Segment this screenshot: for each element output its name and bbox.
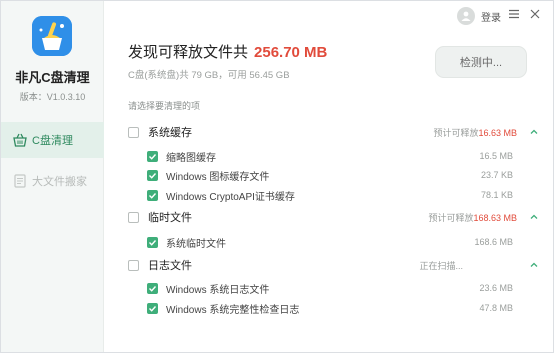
group-checkbox[interactable] (128, 126, 139, 138)
app-name: 非凡C盘清理 (15, 70, 90, 85)
chevron-up-icon[interactable] (529, 260, 539, 270)
page-title: 发现可释放文件共 256.70 MB (128, 41, 327, 62)
sidebar: 非凡C盘清理 版本：V1.0.3.10 C盘清理 大文件搬家 (1, 1, 104, 352)
list-item: 缩略图缓存 16.5 MB (147, 146, 543, 166)
group-status: 预计可释放16.63 MB (433, 126, 517, 139)
status-prefix: 预计可释放 (428, 212, 474, 223)
item-checkbox[interactable] (147, 189, 158, 201)
item-size: 168.6 MB (474, 237, 513, 247)
group-label: 临时文件 (148, 212, 192, 224)
item-label: Windows 图标缓存文件 (166, 171, 270, 183)
total-releasable-size: 256.70 MB (254, 44, 328, 61)
list-item: Windows 系统日志文件 23.6 MB (147, 278, 543, 298)
chevron-up-icon[interactable] (529, 212, 539, 222)
item-label: Windows 系统完整性检查日志 (166, 304, 300, 316)
item-size: 78.1 KB (480, 190, 513, 200)
close-icon[interactable] (530, 9, 540, 21)
group-row-temp-files: 临时文件 预计可释放168.63 MB (128, 207, 543, 227)
detect-button[interactable]: 检测中... (435, 46, 527, 78)
avatar-icon (457, 7, 475, 25)
app-version: 版本：V1.0.3.10 (19, 92, 86, 102)
select-hint: 请选择要清理的项 (128, 101, 201, 111)
hamburger-icon[interactable] (509, 9, 519, 21)
item-label: Windows 系统日志文件 (166, 284, 270, 296)
group-status: 正在扫描... (419, 259, 463, 272)
status-prefix: 预计可释放 (433, 127, 479, 138)
item-size: 23.7 KB (480, 170, 513, 180)
list-item: Windows 图标缓存文件 23.7 KB (147, 165, 543, 185)
sidebar-item-label: 大文件搬家 (32, 176, 87, 188)
status-value: 168.63 MB (473, 212, 517, 223)
login-link[interactable]: 登录 (481, 9, 501, 24)
item-label: 缩略图缓存 (166, 152, 216, 164)
sidebar-item-label: C盘清理 (32, 135, 73, 147)
user-login-area[interactable]: 登录 (457, 7, 501, 25)
item-checkbox[interactable] (147, 236, 158, 248)
item-checkbox[interactable] (147, 150, 158, 162)
group-label: 日志文件 (148, 260, 192, 272)
item-label: 系统临时文件 (166, 238, 226, 250)
item-checkbox[interactable] (147, 282, 158, 294)
basket-icon (12, 132, 28, 148)
sidebar-item-c-clean[interactable]: C盘清理 (1, 122, 104, 158)
disk-info: C盘(系统盘)共 79 GB，可用 56.45 GB (128, 70, 290, 81)
item-size: 23.6 MB (479, 283, 513, 293)
group-row-log-files: 日志文件 正在扫描... (128, 255, 543, 275)
item-label: Windows CryptoAPI证书缓存 (166, 191, 295, 203)
document-icon (12, 173, 28, 189)
list-item: 系统临时文件 168.6 MB (147, 232, 543, 252)
status-prefix: 正在扫描... (419, 260, 463, 271)
list-item: Windows CryptoAPI证书缓存 78.1 KB (147, 185, 543, 205)
group-checkbox[interactable] (128, 259, 139, 271)
item-size: 16.5 MB (479, 151, 513, 161)
list-item: Windows 系统完整性检查日志 47.8 MB (147, 298, 543, 318)
item-checkbox[interactable] (147, 169, 158, 181)
item-size: 47.8 MB (479, 303, 513, 313)
item-checkbox[interactable] (147, 302, 158, 314)
chevron-up-icon[interactable] (529, 127, 539, 137)
group-row-system-cache: 系统缓存 预计可释放16.63 MB (128, 122, 543, 142)
group-status: 预计可释放168.63 MB (428, 211, 517, 224)
app-logo-icon (32, 16, 72, 56)
group-checkbox[interactable] (128, 211, 139, 223)
app-window: 非凡C盘清理 版本：V1.0.3.10 C盘清理 大文件搬家 登录 发现可释放文… (0, 0, 554, 353)
title-prefix: 发现可释放文件共 (128, 44, 249, 61)
sidebar-item-big-file-move[interactable]: 大文件搬家 (1, 163, 104, 199)
group-label: 系统缓存 (148, 127, 192, 139)
status-value: 16.63 MB (478, 127, 517, 138)
